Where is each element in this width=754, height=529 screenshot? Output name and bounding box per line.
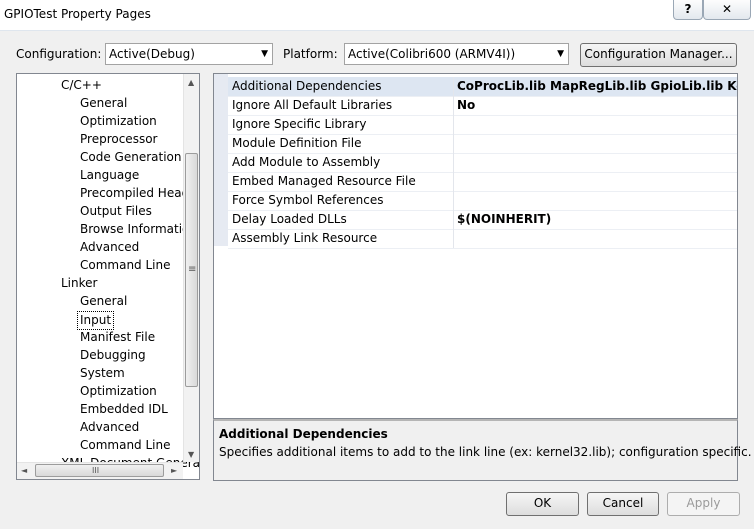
grip-icon: ≡ bbox=[188, 264, 197, 275]
property-name: Force Symbol References bbox=[232, 193, 384, 207]
configuration-manager-button[interactable]: Configuration Manager... bbox=[580, 43, 737, 67]
tree-item[interactable]: Manifest File bbox=[80, 329, 155, 346]
property-name: Ignore Specific Library bbox=[232, 117, 367, 131]
tree-item[interactable]: Optimization bbox=[80, 383, 157, 400]
property-row[interactable]: Embed Managed Resource File bbox=[228, 172, 737, 192]
tree-vertical-scroll-thumb[interactable]: ≡ bbox=[185, 153, 198, 387]
tree-item[interactable]: Preprocessor bbox=[80, 131, 157, 148]
property-name: Assembly Link Resource bbox=[232, 231, 378, 245]
property-grid-margin bbox=[214, 74, 228, 246]
platform-value: Active(Colibri600 (ARMV4I)) bbox=[348, 47, 516, 61]
configuration-label: Configuration: bbox=[16, 47, 102, 61]
property-name: Ignore All Default Libraries bbox=[232, 98, 393, 112]
ok-button[interactable]: OK bbox=[506, 492, 579, 516]
column-divider[interactable] bbox=[453, 96, 454, 115]
close-button[interactable]: ✕ bbox=[703, 0, 751, 20]
property-row[interactable]: Delay Loaded DLLs $(NOINHERIT) bbox=[228, 210, 737, 230]
tree-item[interactable]: General bbox=[80, 95, 127, 112]
tree-item[interactable]: Input bbox=[77, 311, 115, 330]
property-name: Delay Loaded DLLs bbox=[232, 212, 347, 226]
property-value[interactable]: No bbox=[457, 96, 737, 114]
property-name: Additional Dependencies bbox=[232, 79, 382, 93]
tree-item[interactable]: Command Line bbox=[80, 437, 171, 454]
chevron-down-icon: ▼ bbox=[261, 49, 268, 59]
column-divider[interactable] bbox=[453, 134, 454, 153]
column-divider[interactable] bbox=[453, 153, 454, 172]
close-icon: ✕ bbox=[721, 2, 733, 16]
tree-item[interactable]: Output Files bbox=[80, 203, 152, 220]
tree-item[interactable]: Command Line bbox=[80, 257, 171, 274]
configuration-value: Active(Debug) bbox=[109, 47, 195, 61]
property-row[interactable]: Additional Dependencies CoProcLib.lib Map… bbox=[228, 77, 737, 97]
help-button[interactable]: ? bbox=[673, 0, 703, 20]
configuration-dropdown[interactable]: Active(Debug) ▼ bbox=[105, 43, 273, 65]
scroll-right-icon[interactable]: ► bbox=[171, 466, 177, 475]
scroll-left-icon[interactable]: ◄ bbox=[21, 466, 27, 475]
tree-item[interactable]: Code Generation bbox=[80, 149, 181, 166]
window-title: GPIOTest Property Pages bbox=[4, 7, 151, 21]
tree-vertical-scrollbar[interactable]: ▲ ≡ ▼ bbox=[183, 74, 199, 462]
property-row[interactable]: Ignore All Default Libraries No bbox=[228, 96, 737, 116]
tree-horizontal-scrollbar[interactable]: ◄ III ► bbox=[17, 462, 183, 479]
grip-icon: III bbox=[92, 466, 100, 475]
property-grid[interactable]: Additional Dependencies CoProcLib.lib Map… bbox=[213, 73, 738, 419]
scroll-up-icon[interactable]: ▲ bbox=[188, 78, 194, 87]
column-divider[interactable] bbox=[453, 172, 454, 191]
tree-item[interactable]: Advanced bbox=[80, 419, 139, 436]
property-row[interactable]: Add Module to Assembly bbox=[228, 153, 737, 173]
platform-label: Platform: bbox=[283, 47, 338, 61]
tree-item[interactable]: Linker bbox=[61, 275, 97, 292]
property-row[interactable]: Ignore Specific Library bbox=[228, 115, 737, 135]
apply-button[interactable]: Apply bbox=[667, 492, 740, 516]
tree-item[interactable]: Advanced bbox=[80, 239, 139, 256]
column-divider[interactable] bbox=[453, 191, 454, 210]
property-value[interactable]: $(NOINHERIT) bbox=[457, 210, 737, 228]
cancel-button[interactable]: Cancel bbox=[587, 492, 659, 516]
help-icon: ? bbox=[684, 2, 692, 16]
tree-item[interactable]: Debugging bbox=[80, 347, 146, 364]
tree-item[interactable]: Precompiled Heade bbox=[80, 185, 197, 202]
tree-horizontal-scroll-thumb[interactable]: III bbox=[35, 464, 164, 477]
title-bar[interactable]: GPIOTest Property Pages ? ✕ bbox=[0, 0, 754, 31]
tree-item[interactable]: Embedded IDL bbox=[80, 401, 168, 418]
tree-item[interactable]: Language bbox=[80, 167, 139, 184]
column-divider[interactable] bbox=[453, 115, 454, 134]
description-pane: Additional Dependencies Specifies additi… bbox=[213, 419, 752, 481]
property-name: Add Module to Assembly bbox=[232, 155, 381, 169]
property-value[interactable]: CoProcLib.lib MapRegLib.lib GpioLib.lib … bbox=[457, 77, 737, 95]
column-divider[interactable] bbox=[453, 77, 454, 96]
column-divider[interactable] bbox=[453, 210, 454, 229]
tree-item[interactable]: Browse Information bbox=[80, 221, 197, 238]
property-row[interactable]: Assembly Link Resource bbox=[228, 229, 737, 249]
column-divider[interactable] bbox=[453, 229, 454, 248]
tree-item[interactable]: Optimization bbox=[80, 113, 157, 130]
category-tree[interactable]: C/C++ General Optimization Preprocessor Code… bbox=[16, 73, 200, 480]
property-name: Module Definition File bbox=[232, 136, 362, 150]
property-row[interactable]: Module Definition File bbox=[228, 134, 737, 154]
property-row[interactable]: Force Symbol References bbox=[228, 191, 737, 211]
scroll-down-icon[interactable]: ▼ bbox=[188, 450, 194, 459]
platform-dropdown[interactable]: Active(Colibri600 (ARMV4I)) ▼ bbox=[344, 43, 569, 65]
chevron-down-icon: ▼ bbox=[557, 49, 564, 59]
tree-item[interactable]: System bbox=[80, 365, 125, 382]
tree-item[interactable]: C/C++ bbox=[61, 77, 102, 94]
description-text: Specifies additional items to add to the… bbox=[219, 445, 752, 459]
tree-item[interactable]: General bbox=[80, 293, 127, 310]
description-title: Additional Dependencies bbox=[219, 427, 388, 441]
property-name: Embed Managed Resource File bbox=[232, 174, 416, 188]
